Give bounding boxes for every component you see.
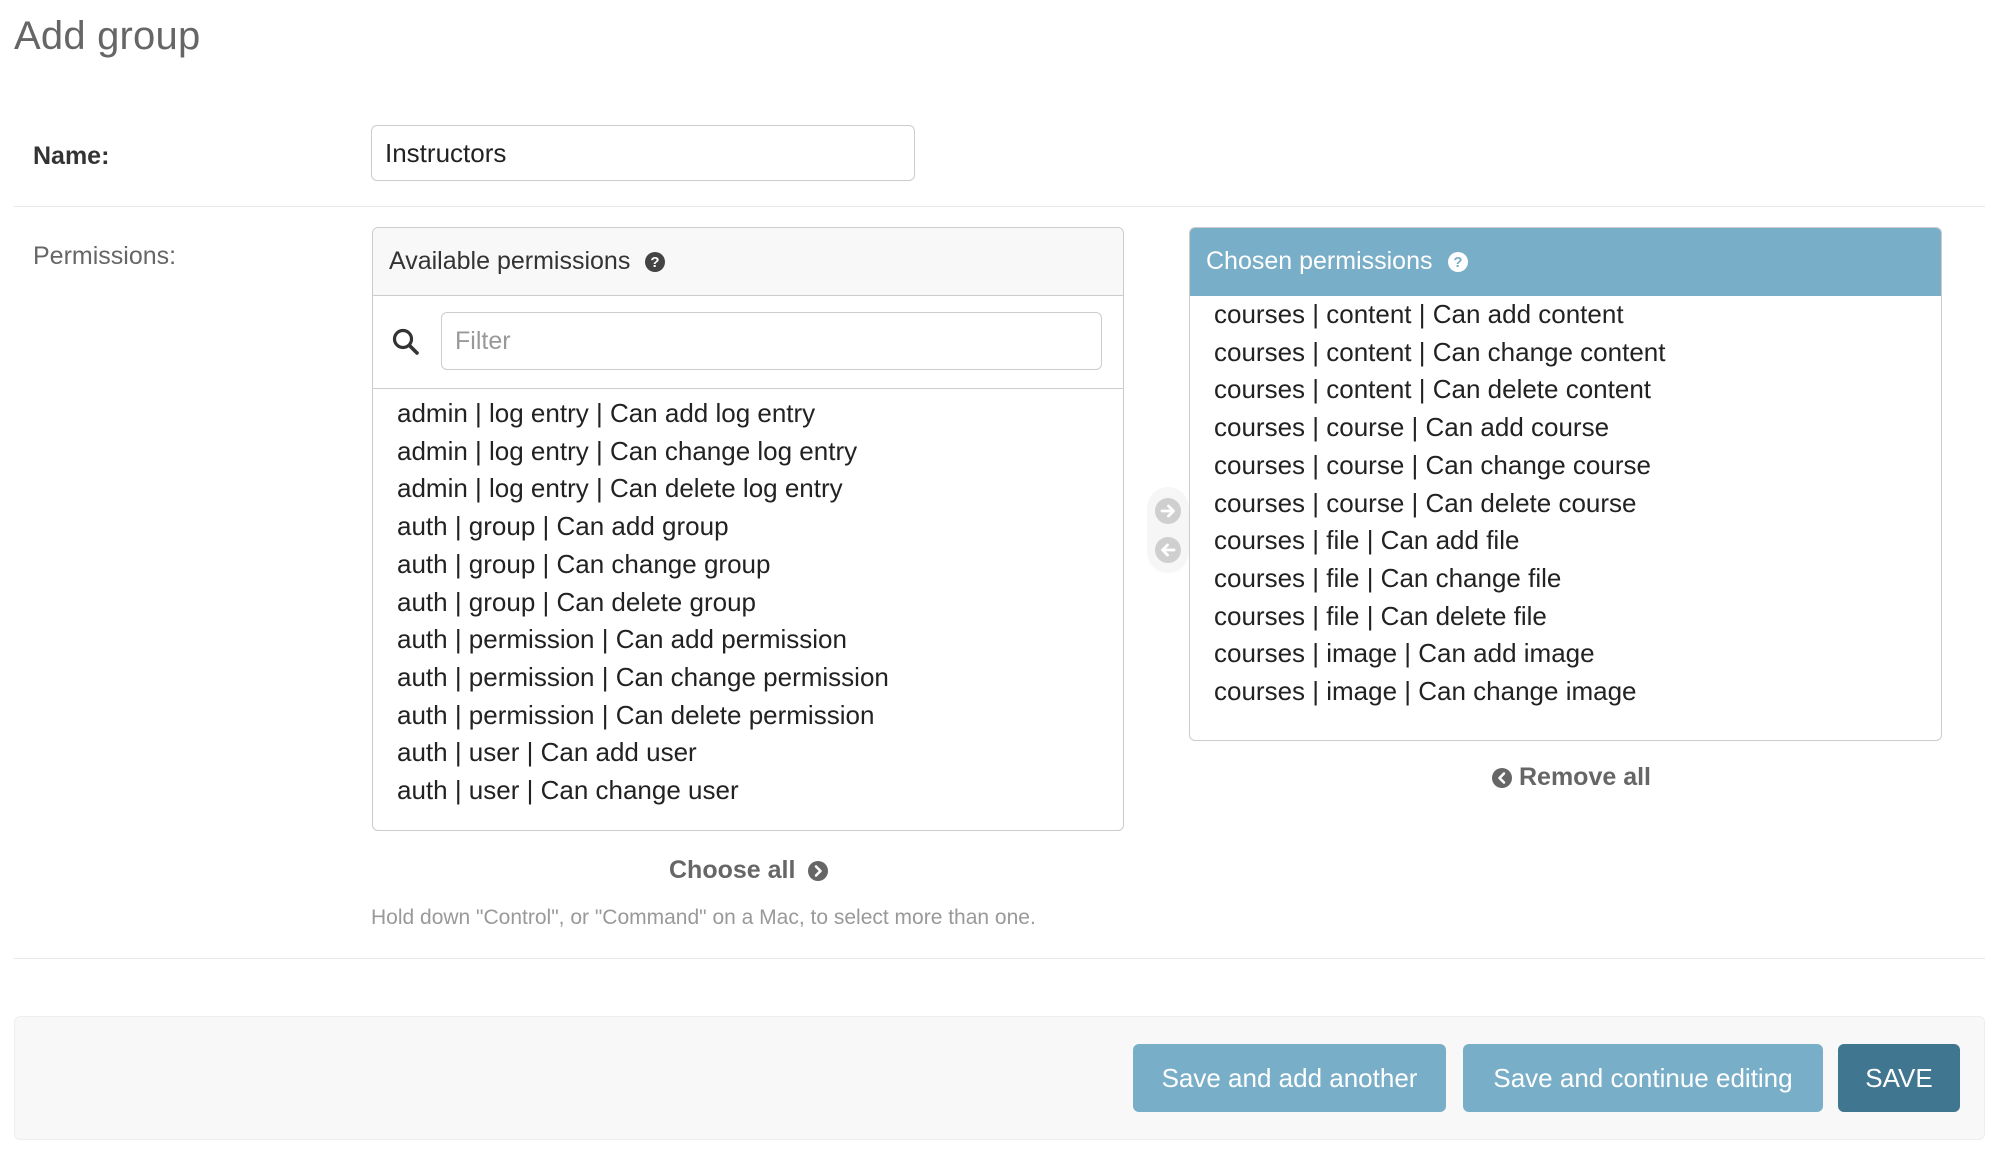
- filter-row: [373, 296, 1123, 389]
- chosen-permission-item[interactable]: courses | file | Can delete file: [1214, 598, 1941, 636]
- available-permissions-box: Available permissions ? Filter admin | l…: [372, 227, 1124, 831]
- available-permission-item[interactable]: auth | user | Can change user: [397, 772, 1123, 810]
- svg-text:?: ?: [651, 254, 660, 271]
- name-row: Name:: [14, 114, 1985, 207]
- available-permission-item[interactable]: auth | permission | Can add permission: [397, 621, 1123, 659]
- chosen-permissions-list[interactable]: courses | content | Can add content cour…: [1190, 296, 1941, 711]
- chosen-permission-item[interactable]: courses | file | Can change file: [1214, 560, 1941, 598]
- save-and-add-another-button[interactable]: Save and add another: [1133, 1044, 1446, 1112]
- chevron-left-circle-icon: [1491, 767, 1513, 789]
- chosen-permission-item[interactable]: courses | course | Can add course: [1214, 409, 1941, 447]
- available-permission-item[interactable]: auth | group | Can change group: [397, 546, 1123, 584]
- available-permissions-title: Available permissions: [389, 247, 631, 275]
- save-button[interactable]: SAVE: [1838, 1044, 1960, 1112]
- help-icon[interactable]: ?: [1447, 251, 1469, 273]
- arrow-left-circle-icon[interactable]: [1154, 536, 1182, 564]
- available-permission-item[interactable]: admin | log entry | Can delete log entry: [397, 470, 1123, 508]
- name-label: Name:: [33, 142, 110, 170]
- chosen-permissions-box: Chosen permissions ? courses | content |…: [1189, 227, 1942, 741]
- available-permission-item[interactable]: auth | permission | Can change permissio…: [397, 659, 1123, 697]
- selector-arrows: [1147, 487, 1189, 573]
- available-permission-item[interactable]: auth | user | Can add user: [397, 734, 1123, 772]
- chosen-permission-item[interactable]: courses | image | Can add image: [1214, 635, 1941, 673]
- chosen-permission-item[interactable]: courses | file | Can add file: [1214, 522, 1941, 560]
- page: Add group Name: Permissions: Available p…: [0, 0, 1999, 1153]
- chosen-permission-item[interactable]: courses | content | Can change content: [1214, 334, 1941, 372]
- submit-row: Save and add another Save and continue e…: [14, 1016, 1985, 1140]
- save-and-continue-button[interactable]: Save and continue editing: [1463, 1044, 1823, 1112]
- permissions-row: Permissions: Available permissions ? Fil…: [14, 206, 1985, 959]
- svg-text:?: ?: [1453, 254, 1462, 271]
- page-title: Add group: [14, 14, 201, 58]
- choose-all-label: Choose all: [669, 856, 796, 884]
- chosen-permissions-header: Chosen permissions ?: [1190, 228, 1941, 296]
- remove-all-link[interactable]: Remove all: [1491, 763, 1651, 792]
- help-text: Hold down "Control", or "Command" on a M…: [371, 906, 1036, 929]
- filter-input[interactable]: [441, 312, 1102, 370]
- available-permission-item[interactable]: admin | log entry | Can add log entry: [397, 395, 1123, 433]
- choose-all-link[interactable]: Choose all: [669, 856, 829, 885]
- available-permission-item[interactable]: admin | log entry | Can change log entry: [397, 433, 1123, 471]
- available-permissions-header: Available permissions ?: [373, 228, 1123, 296]
- remove-all-label: Remove all: [1519, 763, 1652, 791]
- name-input[interactable]: [371, 125, 915, 181]
- chosen-permissions-title: Chosen permissions: [1206, 247, 1433, 275]
- chevron-right-circle-icon: [807, 860, 829, 882]
- available-permission-item[interactable]: auth | permission | Can delete permissio…: [397, 697, 1123, 735]
- chosen-permission-item[interactable]: courses | course | Can change course: [1214, 447, 1941, 485]
- chosen-permission-item[interactable]: courses | image | Can change image: [1214, 673, 1941, 711]
- chosen-permission-item[interactable]: courses | content | Can add content: [1214, 296, 1941, 334]
- available-permission-item[interactable]: auth | group | Can delete group: [397, 584, 1123, 622]
- help-icon[interactable]: ?: [644, 251, 666, 273]
- permissions-label: Permissions:: [33, 242, 177, 270]
- available-permission-item[interactable]: auth | group | Can add group: [397, 508, 1123, 546]
- arrow-right-circle-icon[interactable]: [1154, 497, 1182, 525]
- chosen-permission-item[interactable]: courses | course | Can delete course: [1214, 485, 1941, 523]
- available-permissions-list[interactable]: admin | log entry | Can add log entry ad…: [373, 389, 1123, 810]
- search-icon: [391, 327, 421, 357]
- chosen-permission-item[interactable]: courses | content | Can delete content: [1214, 371, 1941, 409]
